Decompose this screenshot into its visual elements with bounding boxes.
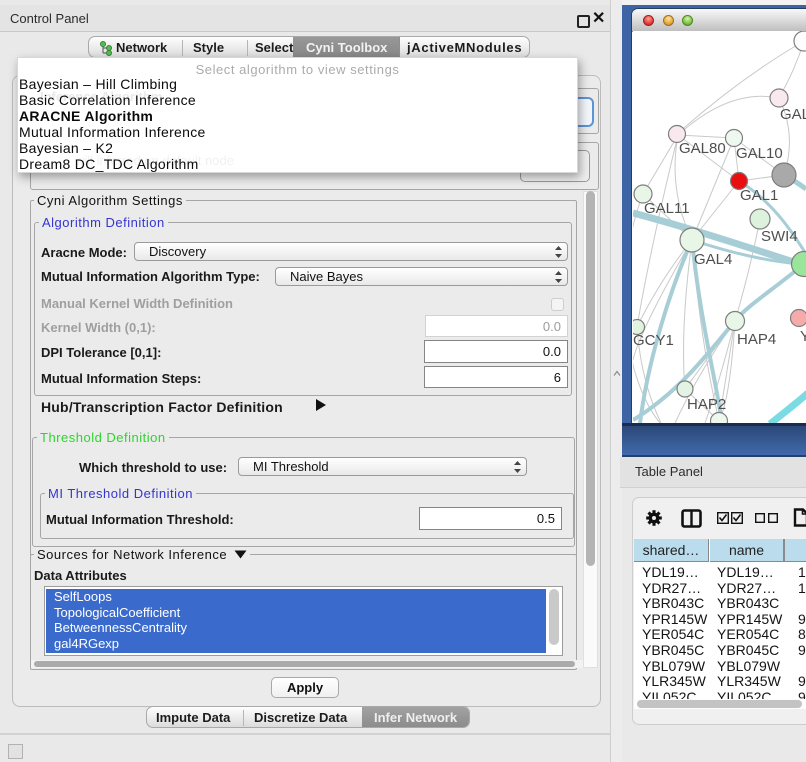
svg-text:GAL11: GAL11 (644, 200, 690, 217)
svg-text:GAL80: GAL80 (679, 140, 726, 157)
svg-text:GAL2: GAL2 (780, 106, 806, 123)
svg-text:Y: Y (800, 328, 806, 345)
svg-text:GAL4: GAL4 (694, 251, 732, 268)
svg-text:HAP2: HAP2 (687, 396, 726, 413)
svg-text:GAL1: GAL1 (740, 187, 778, 204)
svg-text:GCY1: GCY1 (633, 332, 674, 349)
svg-text:HAP4: HAP4 (737, 331, 776, 348)
svg-text:GAL10: GAL10 (736, 145, 783, 162)
svg-text:SWI4: SWI4 (761, 228, 798, 245)
